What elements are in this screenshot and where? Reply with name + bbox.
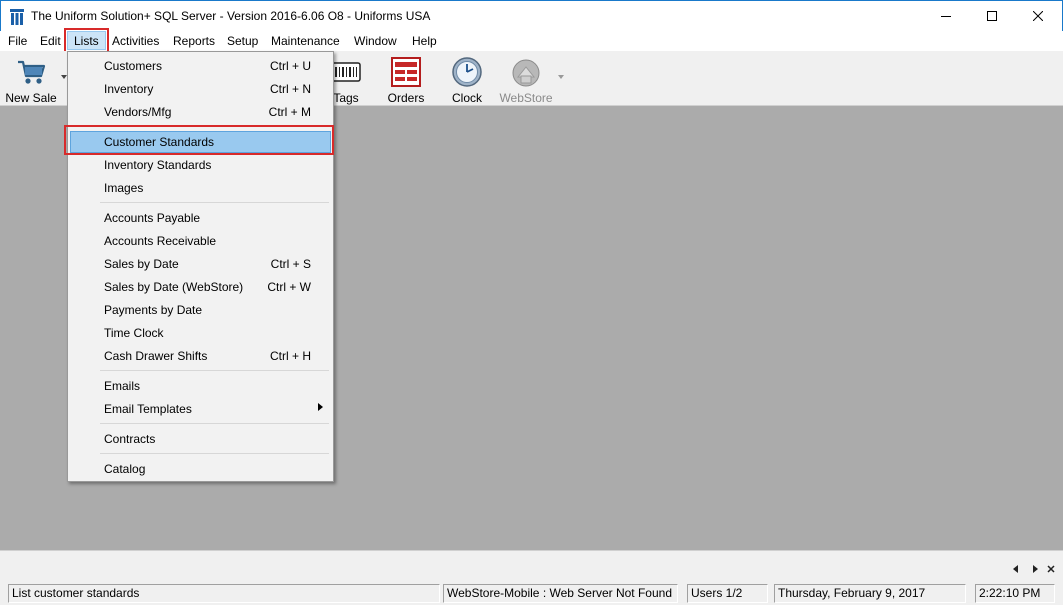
menu-reports[interactable]: Reports [173, 34, 215, 48]
menu-bar [0, 31, 1063, 51]
status-bar: List customer standards WebStore-Mobile … [0, 582, 1063, 605]
menu-item-label: Customers [104, 59, 163, 73]
menu-item-catalog[interactable]: Catalog [70, 458, 331, 480]
title-bar: The Uniform Solution+ SQL Server - Versi… [0, 0, 1063, 31]
menu-item-inventory-standards[interactable]: Inventory Standards [70, 154, 331, 176]
menu-item-label: Contracts [104, 432, 156, 446]
menu-separator [100, 453, 329, 454]
new-sale-button[interactable]: New Sale [4, 51, 58, 106]
scroll-right-icon[interactable] [1029, 563, 1041, 575]
orders-icon [391, 57, 421, 87]
clock-label: Clock [451, 91, 482, 105]
menu-item-label: Sales by Date [104, 257, 179, 271]
close-button[interactable] [1015, 1, 1061, 31]
orders-label: Orders [387, 91, 425, 105]
webstore-dropdown-icon[interactable] [558, 75, 564, 79]
minimize-button[interactable] [923, 1, 969, 31]
menu-item-emails[interactable]: Emails [70, 375, 331, 397]
menu-item-label: Time Clock [104, 326, 164, 340]
menu-item-label: Inventory Standards [104, 158, 212, 172]
menu-file[interactable]: File [8, 34, 27, 48]
menu-item-label: Sales by Date (WebStore) [104, 280, 244, 294]
status-time: 2:22:10 PM [975, 584, 1055, 603]
menu-item-time-clock[interactable]: Time Clock [70, 322, 331, 344]
menu-item-label: Catalog [104, 462, 146, 476]
minimize-icon [941, 16, 951, 17]
menu-item-payments-by-date[interactable]: Payments by Date [70, 299, 331, 321]
webstore-label: WebStore [499, 91, 553, 105]
menu-separator [100, 202, 329, 203]
status-date: Thursday, February 9, 2017 [774, 584, 966, 603]
menu-item-customers[interactable]: Customers Ctrl + U [70, 55, 331, 77]
menu-item-label: Email Templates [104, 402, 192, 416]
menu-setup[interactable]: Setup [227, 34, 258, 48]
menu-window[interactable]: Window [354, 34, 397, 48]
menu-item-shortcut: Ctrl + N [269, 82, 311, 96]
menu-item-shortcut: Ctrl + S [270, 257, 311, 271]
tags-button[interactable]: Tags [330, 51, 362, 106]
webstore-globe-icon [512, 59, 540, 87]
menu-item-label: Payments by Date [104, 303, 203, 317]
tags-label: Tags [333, 91, 359, 105]
menu-item-inventory[interactable]: Inventory Ctrl + N [70, 78, 331, 100]
menu-item-label: Vendors/Mfg [104, 105, 172, 119]
menu-help[interactable]: Help [412, 34, 437, 48]
menu-item-cash-drawer-shifts[interactable]: Cash Drawer Shifts Ctrl + H [70, 345, 331, 367]
menu-item-shortcut: Ctrl + U [269, 59, 311, 73]
menu-item-sales-by-date[interactable]: Sales by Date Ctrl + S [70, 253, 331, 275]
menu-item-shortcut: Ctrl + H [269, 349, 311, 363]
menu-item-label: Inventory [104, 82, 154, 96]
menu-item-vendors-mfg[interactable]: Vendors/Mfg Ctrl + M [70, 101, 331, 123]
window-tab-strip [0, 550, 1063, 582]
menu-maintenance[interactable]: Maintenance [271, 34, 340, 48]
scroll-left-icon[interactable] [1010, 563, 1022, 575]
clock-icon [452, 57, 482, 87]
app-icon [10, 9, 24, 25]
maximize-button[interactable] [969, 1, 1015, 31]
menu-separator [100, 423, 329, 424]
orders-button[interactable]: Orders [384, 51, 428, 106]
status-message: List customer standards [8, 584, 440, 603]
menu-item-shortcut: Ctrl + W [267, 280, 311, 294]
menu-item-contracts[interactable]: Contracts [70, 428, 331, 450]
status-users: Users 1/2 [687, 584, 768, 603]
lists-dropdown-menu: Customers Ctrl + U Inventory Ctrl + N Ve… [67, 51, 334, 482]
menu-item-email-templates[interactable]: Email Templates [70, 398, 331, 420]
customer-standards-callout [64, 125, 334, 155]
menu-separator [100, 370, 329, 371]
maximize-icon [987, 11, 997, 21]
menu-item-accounts-receivable[interactable]: Accounts Receivable [70, 230, 331, 252]
menu-item-accounts-payable[interactable]: Accounts Payable [70, 207, 331, 229]
menu-item-label: Emails [104, 379, 141, 393]
menu-item-images[interactable]: Images [70, 177, 331, 199]
menu-item-label: Images [104, 181, 144, 195]
menu-edit[interactable]: Edit [40, 34, 61, 48]
menu-item-label: Accounts Payable [104, 211, 201, 225]
menu-item-shortcut: Ctrl + M [268, 105, 311, 119]
menu-activities[interactable]: Activities [112, 34, 159, 48]
submenu-arrow-icon [318, 403, 323, 411]
close-icon [1033, 11, 1043, 21]
new-sale-label: New Sale [5, 91, 57, 105]
window-title: The Uniform Solution+ SQL Server - Versi… [31, 9, 431, 23]
menu-lists[interactable]: Lists [74, 34, 99, 48]
menu-item-label: Cash Drawer Shifts [104, 349, 208, 363]
close-tab-icon[interactable] [1045, 563, 1057, 575]
menu-item-label: Accounts Receivable [104, 234, 217, 248]
webstore-button[interactable]: WebStore [499, 51, 553, 106]
clock-button[interactable]: Clock [449, 51, 485, 106]
menu-item-sales-by-date-webstore[interactable]: Sales by Date (WebStore) Ctrl + W [70, 276, 331, 298]
barcode-tag-icon [331, 62, 361, 82]
shopping-cart-icon [18, 60, 46, 84]
status-webstore: WebStore-Mobile : Web Server Not Found [443, 584, 678, 603]
